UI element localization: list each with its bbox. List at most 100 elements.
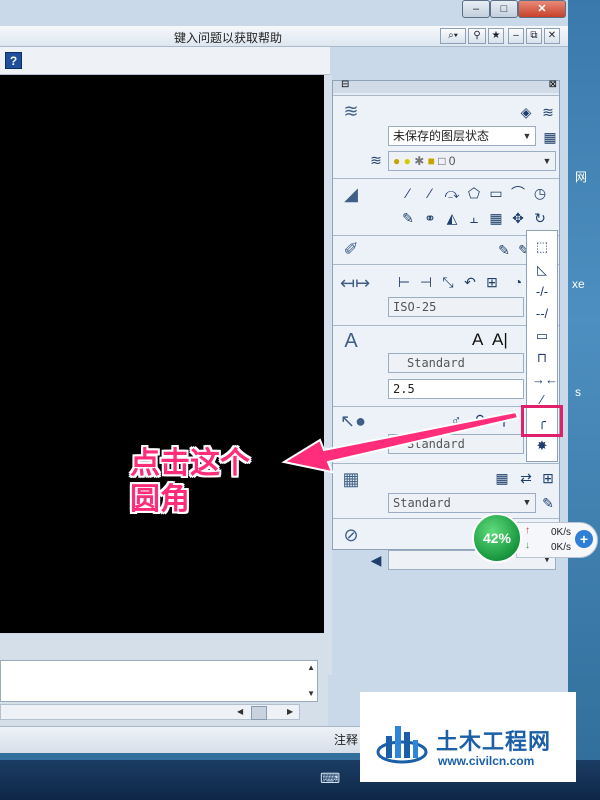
download-speed: 0K/s: [551, 542, 572, 553]
scroll-up-icon[interactable]: ▲: [307, 663, 315, 672]
polygon-icon[interactable]: ⬠: [464, 183, 484, 203]
text-style-icon: A: [344, 330, 358, 352]
dimension-icon: ↤↦: [340, 273, 371, 293]
desktop-label: xe: [572, 277, 585, 291]
upload-speed: 0K/s: [551, 527, 572, 538]
freeze-icon: ✱: [414, 154, 425, 168]
communication-center-icon[interactable]: ⚲: [468, 28, 486, 44]
color-swatch-icon: □: [438, 154, 446, 168]
watermark-url: www.civilcn.com: [438, 754, 535, 768]
erase-icon[interactable]: ✎: [398, 208, 418, 228]
current-layer-value: 0: [448, 154, 456, 168]
line-tool-icon[interactable]: ⁄: [398, 183, 418, 203]
palette-title-strip: ⊟ ⊠: [333, 79, 559, 93]
layer-stack-icon[interactable]: ≋: [538, 102, 558, 122]
favorites-star-icon[interactable]: ★: [488, 28, 504, 44]
download-arrow-icon: ↓: [525, 540, 530, 551]
aligned-dim-icon[interactable]: ⊣: [416, 272, 436, 292]
search-icon[interactable]: ⌕▾: [440, 28, 466, 44]
current-layer-select[interactable]: ● ● ✱ ■ □ 0 ▼: [388, 151, 556, 171]
minimize-button[interactable]: ‒: [462, 0, 490, 18]
layer-tool-icon[interactable]: ◈: [516, 102, 536, 122]
stretch-icon[interactable]: ⬚: [532, 237, 552, 257]
doc-close-button[interactable]: ✕: [544, 28, 560, 44]
help-search-input[interactable]: 键入问题以获取帮助: [174, 29, 282, 46]
chevron-down-icon: ▼: [522, 131, 532, 141]
scroll-right-icon[interactable]: ▶: [287, 707, 293, 716]
linear-dim-icon[interactable]: ⊢: [394, 272, 414, 292]
layer-previous-icon[interactable]: ≋: [366, 150, 386, 170]
circle-icon[interactable]: ◷: [530, 183, 550, 203]
annotation-line-2: 圆角: [130, 482, 190, 517]
rotate-icon[interactable]: ↻: [530, 208, 550, 228]
multiline-text-icon[interactable]: A: [472, 330, 483, 350]
radius-dim-icon[interactable]: ◔: [508, 272, 528, 292]
rectangle-icon[interactable]: ▭: [486, 183, 506, 203]
close-button[interactable]: ✕: [518, 0, 566, 18]
explode-icon[interactable]: ✸: [532, 436, 552, 456]
break-icon[interactable]: ▭: [532, 326, 552, 346]
palette-close-icon[interactable]: ⊠: [549, 79, 557, 90]
compass-icon: ⊘: [343, 525, 359, 545]
layer-state-select[interactable]: 未保存的图层状态 ▼: [388, 126, 536, 146]
dim-style-value: ISO-25: [393, 300, 437, 314]
ordinate-dim-icon[interactable]: ⊞: [482, 272, 502, 292]
extend-icon[interactable]: --/: [532, 304, 552, 324]
watermark-title: 土木工程网: [436, 730, 552, 755]
single-line-text-icon[interactable]: A|: [492, 330, 508, 350]
scroll-down-icon[interactable]: ▼: [307, 689, 315, 698]
table-style-icon[interactable]: ⊞: [538, 468, 558, 488]
accelerate-plus-icon[interactable]: +: [575, 530, 593, 548]
offset-icon[interactable]: ⫠: [464, 208, 484, 228]
memory-usage-badge[interactable]: 42%: [472, 513, 522, 563]
keyboard-icon[interactable]: ⌨: [320, 770, 340, 787]
scroll-thumb[interactable]: [251, 706, 267, 720]
text-height-input[interactable]: 2.5: [388, 379, 524, 399]
table-edit-icon[interactable]: ✎: [538, 493, 558, 513]
upload-arrow-icon: ↑: [525, 525, 530, 536]
layer-state-value: 未保存的图层状态: [393, 129, 490, 143]
text-style-value: Standard: [407, 356, 465, 370]
doc-restore-button[interactable]: ⧉: [526, 28, 542, 44]
desktop-label: 网: [575, 170, 588, 184]
doc-minimize-button[interactable]: –: [508, 28, 524, 44]
help-button[interactable]: ?: [5, 52, 22, 69]
scroll-left-icon[interactable]: ◀: [237, 707, 243, 716]
window-controls: ‒ □ ✕: [462, 0, 570, 18]
palette-collapse-icon[interactable]: ⊟: [341, 79, 349, 90]
construction-line-icon[interactable]: ⁄: [420, 183, 440, 203]
canvas-divider: [324, 75, 332, 675]
command-line[interactable]: ▲ ▼: [0, 660, 318, 702]
table-style-select[interactable]: Standard ▼: [388, 493, 536, 513]
mirror-icon[interactable]: ◭: [442, 208, 462, 228]
annotation-text: 点击这个 圆角: [130, 446, 250, 518]
annotation-status-label: 注释: [334, 733, 359, 747]
polyline-icon[interactable]: ⤼: [442, 183, 462, 203]
angular-dim-icon[interactable]: ⤡: [438, 272, 458, 292]
civilcn-logo-icon: [376, 726, 428, 764]
layers-icon: ≋: [343, 101, 359, 121]
copy-icon[interactable]: ⚭: [420, 208, 440, 228]
arc-dim-icon[interactable]: ↶: [460, 272, 480, 292]
previous-view-icon[interactable]: ◀: [366, 550, 386, 570]
scale-icon[interactable]: ◺: [532, 260, 552, 280]
maximize-button[interactable]: □: [490, 0, 518, 18]
text-height-value: 2.5: [393, 382, 415, 396]
lightbulb-icon: ●: [393, 154, 401, 168]
edit-tool-icon[interactable]: ✎: [494, 240, 514, 260]
drawing-canvas[interactable]: [0, 75, 324, 633]
break-at-point-icon[interactable]: ⊓: [532, 348, 552, 368]
annotation-line-1: 点击这个: [130, 446, 250, 481]
array-icon[interactable]: ▦: [486, 208, 506, 228]
horizontal-scrollbar[interactable]: ◀ ▶: [0, 704, 300, 720]
arc-icon[interactable]: ⌒: [508, 183, 528, 203]
desktop-label: s: [575, 385, 581, 399]
trim-icon[interactable]: -/-: [532, 282, 552, 302]
layer-manager-icon[interactable]: ▦: [540, 127, 560, 147]
table-style-value: Standard: [393, 496, 451, 510]
dim-style-select[interactable]: ISO-25: [388, 297, 524, 317]
text-style-select[interactable]: Standard: [388, 353, 524, 373]
annotation-arrow: [281, 410, 520, 474]
join-icon[interactable]: →←: [532, 370, 558, 390]
move-icon[interactable]: ✥: [508, 208, 528, 228]
